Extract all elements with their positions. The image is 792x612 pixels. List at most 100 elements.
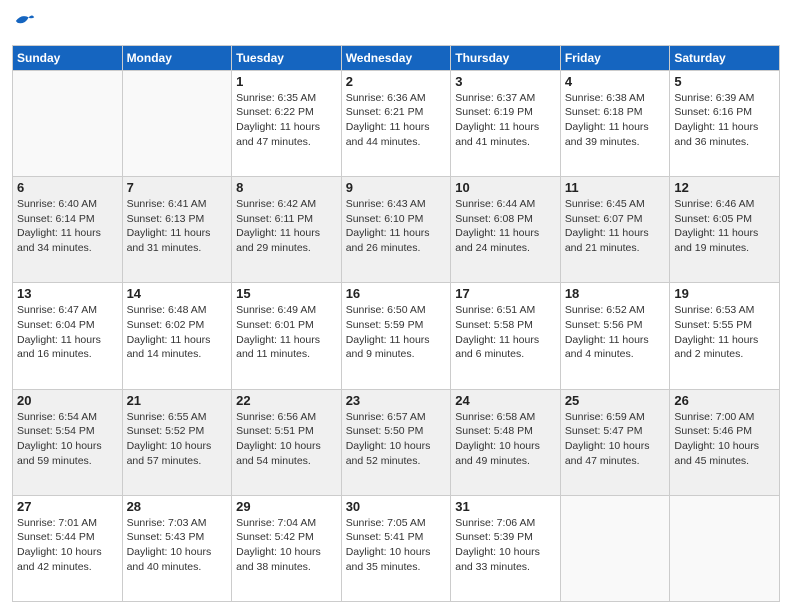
calendar-cell (670, 495, 780, 601)
cell-info-text: Sunrise: 7:03 AM Sunset: 5:43 PM Dayligh… (127, 516, 228, 575)
calendar-week-row: 1Sunrise: 6:35 AM Sunset: 6:22 PM Daylig… (13, 70, 780, 176)
calendar-cell: 9 Sunrise: 6:43 AM Sunset: 6:10 PM Daylig… (341, 177, 451, 283)
calendar-cell: 14 Sunrise: 6:48 AM Sunset: 6:02 PM Dayli… (122, 283, 232, 389)
cell-day-number: 28 (127, 499, 228, 514)
cell-day-number: 11 (565, 180, 666, 195)
cell-info-text: Sunrise: 6:56 AM Sunset: 5:51 PM Dayligh… (236, 410, 337, 469)
cell-info-text: Sunrise: 6:47 AM Sunset: 6:04 PM Dayligh… (17, 303, 118, 362)
cell-day-number: 14 (127, 286, 228, 301)
cell-day-number: 18 (565, 286, 666, 301)
calendar-header-monday: Monday (122, 45, 232, 70)
calendar-cell: 5Sunrise: 6:39 AM Sunset: 6:16 PM Daylig… (670, 70, 780, 176)
cell-info-text: Sunrise: 6:57 AM Sunset: 5:50 PM Dayligh… (346, 410, 447, 469)
cell-info-text: Sunrise: 6:53 AM Sunset: 5:55 PM Dayligh… (674, 303, 775, 362)
calendar-header-tuesday: Tuesday (232, 45, 342, 70)
calendar-cell: 31Sunrise: 7:06 AM Sunset: 5:39 PM Dayli… (451, 495, 561, 601)
cell-day-number: 10 (455, 180, 556, 195)
cell-day-number: 7 (127, 180, 228, 195)
cell-info-text: Sunrise: 6:40 AM Sunset: 6:14 PM Dayligh… (17, 197, 118, 256)
cell-info-text: Sunrise: 7:01 AM Sunset: 5:44 PM Dayligh… (17, 516, 118, 575)
cell-info-text: Sunrise: 6:49 AM Sunset: 6:01 PM Dayligh… (236, 303, 337, 362)
cell-day-number: 26 (674, 393, 775, 408)
calendar-week-row: 27 Sunrise: 7:01 AM Sunset: 5:44 PM Dayli… (13, 495, 780, 601)
calendar-cell: 30Sunrise: 7:05 AM Sunset: 5:41 PM Dayli… (341, 495, 451, 601)
calendar-header-wednesday: Wednesday (341, 45, 451, 70)
calendar-cell: 7 Sunrise: 6:41 AM Sunset: 6:13 PM Daylig… (122, 177, 232, 283)
cell-day-number: 6 (17, 180, 118, 195)
calendar-header-row: SundayMondayTuesdayWednesdayThursdayFrid… (13, 45, 780, 70)
calendar-header-sunday: Sunday (13, 45, 123, 70)
cell-day-number: 4 (565, 74, 666, 89)
calendar-header-saturday: Saturday (670, 45, 780, 70)
calendar-cell: 29Sunrise: 7:04 AM Sunset: 5:42 PM Dayli… (232, 495, 342, 601)
cell-day-number: 30 (346, 499, 447, 514)
cell-day-number: 24 (455, 393, 556, 408)
cell-day-number: 16 (346, 286, 447, 301)
calendar-cell (13, 70, 123, 176)
page: SundayMondayTuesdayWednesdayThursdayFrid… (0, 0, 792, 612)
cell-info-text: Sunrise: 6:44 AM Sunset: 6:08 PM Dayligh… (455, 197, 556, 256)
calendar-cell: 22 Sunrise: 6:56 AM Sunset: 5:51 PM Dayli… (232, 389, 342, 495)
cell-day-number: 17 (455, 286, 556, 301)
calendar-cell (122, 70, 232, 176)
header (12, 10, 780, 37)
calendar-cell: 2 Sunrise: 6:36 AM Sunset: 6:21 PM Daylig… (341, 70, 451, 176)
cell-day-number: 9 (346, 180, 447, 195)
cell-day-number: 21 (127, 393, 228, 408)
cell-day-number: 5 (674, 74, 775, 89)
calendar-cell: 24 Sunrise: 6:58 AM Sunset: 5:48 PM Dayli… (451, 389, 561, 495)
cell-day-number: 2 (346, 74, 447, 89)
cell-info-text: Sunrise: 6:51 AM Sunset: 5:58 PM Dayligh… (455, 303, 556, 362)
calendar-cell: 23 Sunrise: 6:57 AM Sunset: 5:50 PM Dayli… (341, 389, 451, 495)
calendar-cell: 20Sunrise: 6:54 AM Sunset: 5:54 PM Dayli… (13, 389, 123, 495)
cell-info-text: Sunrise: 6:55 AM Sunset: 5:52 PM Dayligh… (127, 410, 228, 469)
cell-day-number: 23 (346, 393, 447, 408)
calendar-week-row: 13 Sunrise: 6:47 AM Sunset: 6:04 PM Dayli… (13, 283, 780, 389)
calendar-cell: 16Sunrise: 6:50 AM Sunset: 5:59 PM Dayli… (341, 283, 451, 389)
cell-info-text: Sunrise: 6:45 AM Sunset: 6:07 PM Dayligh… (565, 197, 666, 256)
calendar-cell: 13 Sunrise: 6:47 AM Sunset: 6:04 PM Dayli… (13, 283, 123, 389)
calendar-week-row: 20Sunrise: 6:54 AM Sunset: 5:54 PM Dayli… (13, 389, 780, 495)
cell-day-number: 27 (17, 499, 118, 514)
cell-info-text: Sunrise: 6:58 AM Sunset: 5:48 PM Dayligh… (455, 410, 556, 469)
cell-info-text: Sunrise: 6:43 AM Sunset: 6:10 PM Dayligh… (346, 197, 447, 256)
cell-info-text: Sunrise: 6:36 AM Sunset: 6:21 PM Dayligh… (346, 91, 447, 150)
cell-day-number: 25 (565, 393, 666, 408)
calendar-cell (560, 495, 670, 601)
cell-info-text: Sunrise: 6:48 AM Sunset: 6:02 PM Dayligh… (127, 303, 228, 362)
calendar-cell: 12 Sunrise: 6:46 AM Sunset: 6:05 PM Dayli… (670, 177, 780, 283)
calendar-cell: 26 Sunrise: 7:00 AM Sunset: 5:46 PM Dayli… (670, 389, 780, 495)
cell-info-text: Sunrise: 6:41 AM Sunset: 6:13 PM Dayligh… (127, 197, 228, 256)
cell-day-number: 22 (236, 393, 337, 408)
cell-info-text: Sunrise: 6:35 AM Sunset: 6:22 PM Dayligh… (236, 91, 337, 150)
calendar-table: SundayMondayTuesdayWednesdayThursdayFrid… (12, 45, 780, 602)
calendar-week-row: 6 Sunrise: 6:40 AM Sunset: 6:14 PM Daylig… (13, 177, 780, 283)
cell-info-text: Sunrise: 6:46 AM Sunset: 6:05 PM Dayligh… (674, 197, 775, 256)
calendar-cell: 11 Sunrise: 6:45 AM Sunset: 6:07 PM Dayli… (560, 177, 670, 283)
cell-info-text: Sunrise: 6:52 AM Sunset: 5:56 PM Dayligh… (565, 303, 666, 362)
calendar-cell: 19 Sunrise: 6:53 AM Sunset: 5:55 PM Dayli… (670, 283, 780, 389)
logo (12, 10, 36, 37)
calendar-cell: 8Sunrise: 6:42 AM Sunset: 6:11 PM Daylig… (232, 177, 342, 283)
cell-day-number: 19 (674, 286, 775, 301)
cell-day-number: 12 (674, 180, 775, 195)
cell-day-number: 13 (17, 286, 118, 301)
cell-info-text: Sunrise: 7:04 AM Sunset: 5:42 PM Dayligh… (236, 516, 337, 575)
logo-text (12, 10, 36, 37)
calendar-cell: 3Sunrise: 6:37 AM Sunset: 6:19 PM Daylig… (451, 70, 561, 176)
cell-info-text: Sunrise: 6:37 AM Sunset: 6:19 PM Dayligh… (455, 91, 556, 150)
cell-info-text: Sunrise: 7:00 AM Sunset: 5:46 PM Dayligh… (674, 410, 775, 469)
cell-day-number: 31 (455, 499, 556, 514)
calendar-cell: 28 Sunrise: 7:03 AM Sunset: 5:43 PM Dayli… (122, 495, 232, 601)
cell-info-text: Sunrise: 6:42 AM Sunset: 6:11 PM Dayligh… (236, 197, 337, 256)
calendar-cell: 4Sunrise: 6:38 AM Sunset: 6:18 PM Daylig… (560, 70, 670, 176)
calendar-cell: 10 Sunrise: 6:44 AM Sunset: 6:08 PM Dayli… (451, 177, 561, 283)
calendar-header-friday: Friday (560, 45, 670, 70)
calendar-cell: 27 Sunrise: 7:01 AM Sunset: 5:44 PM Dayli… (13, 495, 123, 601)
calendar-cell: 21 Sunrise: 6:55 AM Sunset: 5:52 PM Dayli… (122, 389, 232, 495)
cell-day-number: 15 (236, 286, 337, 301)
calendar-cell: 6 Sunrise: 6:40 AM Sunset: 6:14 PM Daylig… (13, 177, 123, 283)
calendar-cell: 18 Sunrise: 6:52 AM Sunset: 5:56 PM Dayli… (560, 283, 670, 389)
cell-day-number: 20 (17, 393, 118, 408)
cell-info-text: Sunrise: 6:59 AM Sunset: 5:47 PM Dayligh… (565, 410, 666, 469)
